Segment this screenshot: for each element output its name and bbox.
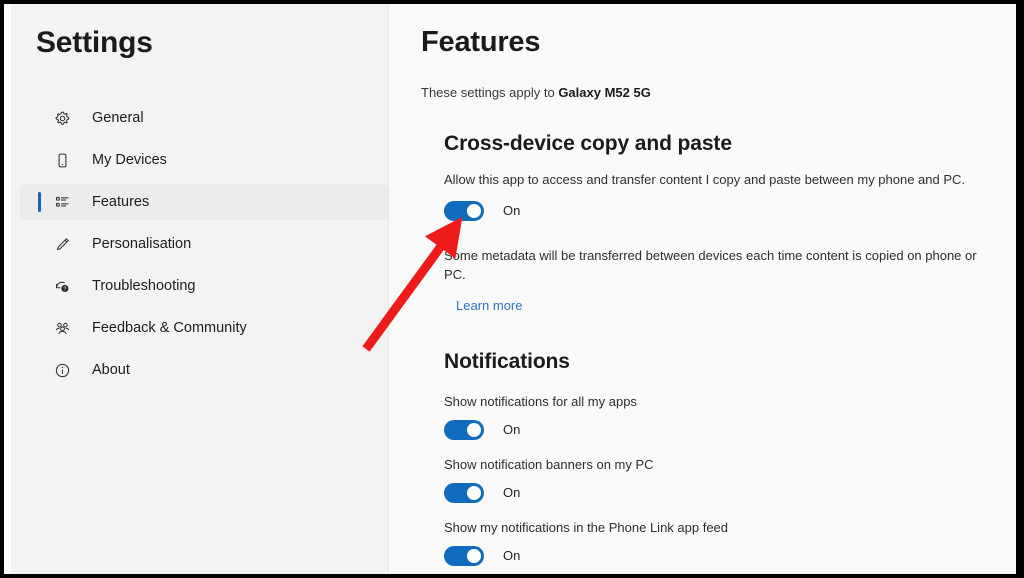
learn-more-link[interactable]: Learn more: [456, 298, 522, 313]
notifications-section-heading: Notifications: [444, 349, 570, 373]
app-title: Settings: [36, 26, 153, 59]
sidebar-left-edge: [4, 4, 11, 574]
list-icon: [52, 192, 72, 212]
copy-paste-section-heading: Cross-device copy and paste: [444, 132, 732, 155]
toggle-knob: [467, 485, 481, 500]
sidebar-item-personalisation[interactable]: Personalisation: [20, 226, 388, 262]
notification-banners-toggle-state: On: [503, 485, 521, 501]
people-icon: [52, 318, 72, 338]
selection-indicator: [38, 192, 41, 212]
toggle-knob: [467, 422, 481, 437]
sidebar: Settings General My Devices Features Per…: [4, 4, 389, 574]
sidebar-item-feedback-community[interactable]: Feedback & Community: [20, 310, 388, 346]
copy-paste-description: Allow this app to access and transfer co…: [444, 172, 966, 187]
screen: Settings General My Devices Features Per…: [0, 0, 1024, 578]
notification-item-label: Show notification banners on my PC: [444, 456, 654, 472]
applies-to-text: These settings apply to Galaxy M52 5G: [421, 85, 1016, 100]
sidebar-item-label: Feedback & Community: [92, 319, 247, 336]
sidebar-nav: General My Devices Features Personalisat…: [20, 100, 388, 394]
sidebar-item-features[interactable]: Features: [20, 184, 388, 220]
info-icon: [52, 360, 72, 380]
sidebar-item-label: Personalisation: [92, 235, 192, 252]
phone-link-app-feed-toggle-state: On: [503, 548, 521, 564]
sidebar-item-label: About: [92, 361, 130, 378]
applies-to-prefix: These settings apply to: [421, 85, 559, 100]
notifications-all-apps-toggle[interactable]: [444, 419, 484, 440]
notification-toggle-row: On: [444, 482, 1016, 503]
notifications-all-apps-toggle-state: On: [503, 422, 521, 438]
copy-paste-section-body: Allow this app to access and transfer co…: [444, 171, 1016, 315]
phone-icon: [52, 150, 72, 170]
notification-toggle-row: On: [444, 545, 1016, 566]
toggle-knob: [467, 203, 481, 218]
main-content: Features These settings apply to Galaxy …: [389, 4, 1016, 574]
copy-paste-note: Some metadata will be transferred betwee…: [444, 247, 977, 282]
sidebar-item-about[interactable]: About: [20, 352, 388, 388]
notification-toggle-row: On: [444, 419, 1016, 440]
notification-item-label: Show my notifications in the Phone Link …: [444, 519, 729, 535]
copy-paste-toggle-row: On: [444, 200, 1016, 221]
copy-paste-toggle[interactable]: [444, 200, 484, 221]
troubleshoot-icon: ?: [52, 276, 72, 296]
sidebar-item-general[interactable]: General: [20, 100, 388, 136]
sidebar-item-my-devices[interactable]: My Devices: [20, 142, 388, 178]
notifications-section-body: Show notifications for all my apps On Sh…: [444, 394, 1016, 566]
applies-to-device-name: Galaxy M52 5G: [558, 85, 651, 100]
sidebar-item-label: Features: [92, 193, 150, 210]
svg-text:?: ?: [63, 286, 66, 292]
page-title: Features: [421, 26, 541, 58]
toggle-knob: [467, 548, 481, 563]
sidebar-item-troubleshooting[interactable]: ? Troubleshooting: [20, 268, 388, 304]
sidebar-item-label: Troubleshooting: [92, 277, 196, 294]
sidebar-item-label: General: [92, 109, 144, 126]
sidebar-item-label: My Devices: [92, 151, 167, 168]
notification-banners-toggle[interactable]: [444, 482, 484, 503]
gear-icon: [52, 108, 72, 128]
pen-icon: [52, 234, 72, 254]
phone-link-app-feed-toggle[interactable]: [444, 545, 484, 566]
settings-window: Settings General My Devices Features Per…: [4, 4, 1016, 574]
notification-item-label: Show notifications for all my apps: [444, 393, 637, 409]
copy-paste-toggle-state: On: [503, 203, 521, 219]
